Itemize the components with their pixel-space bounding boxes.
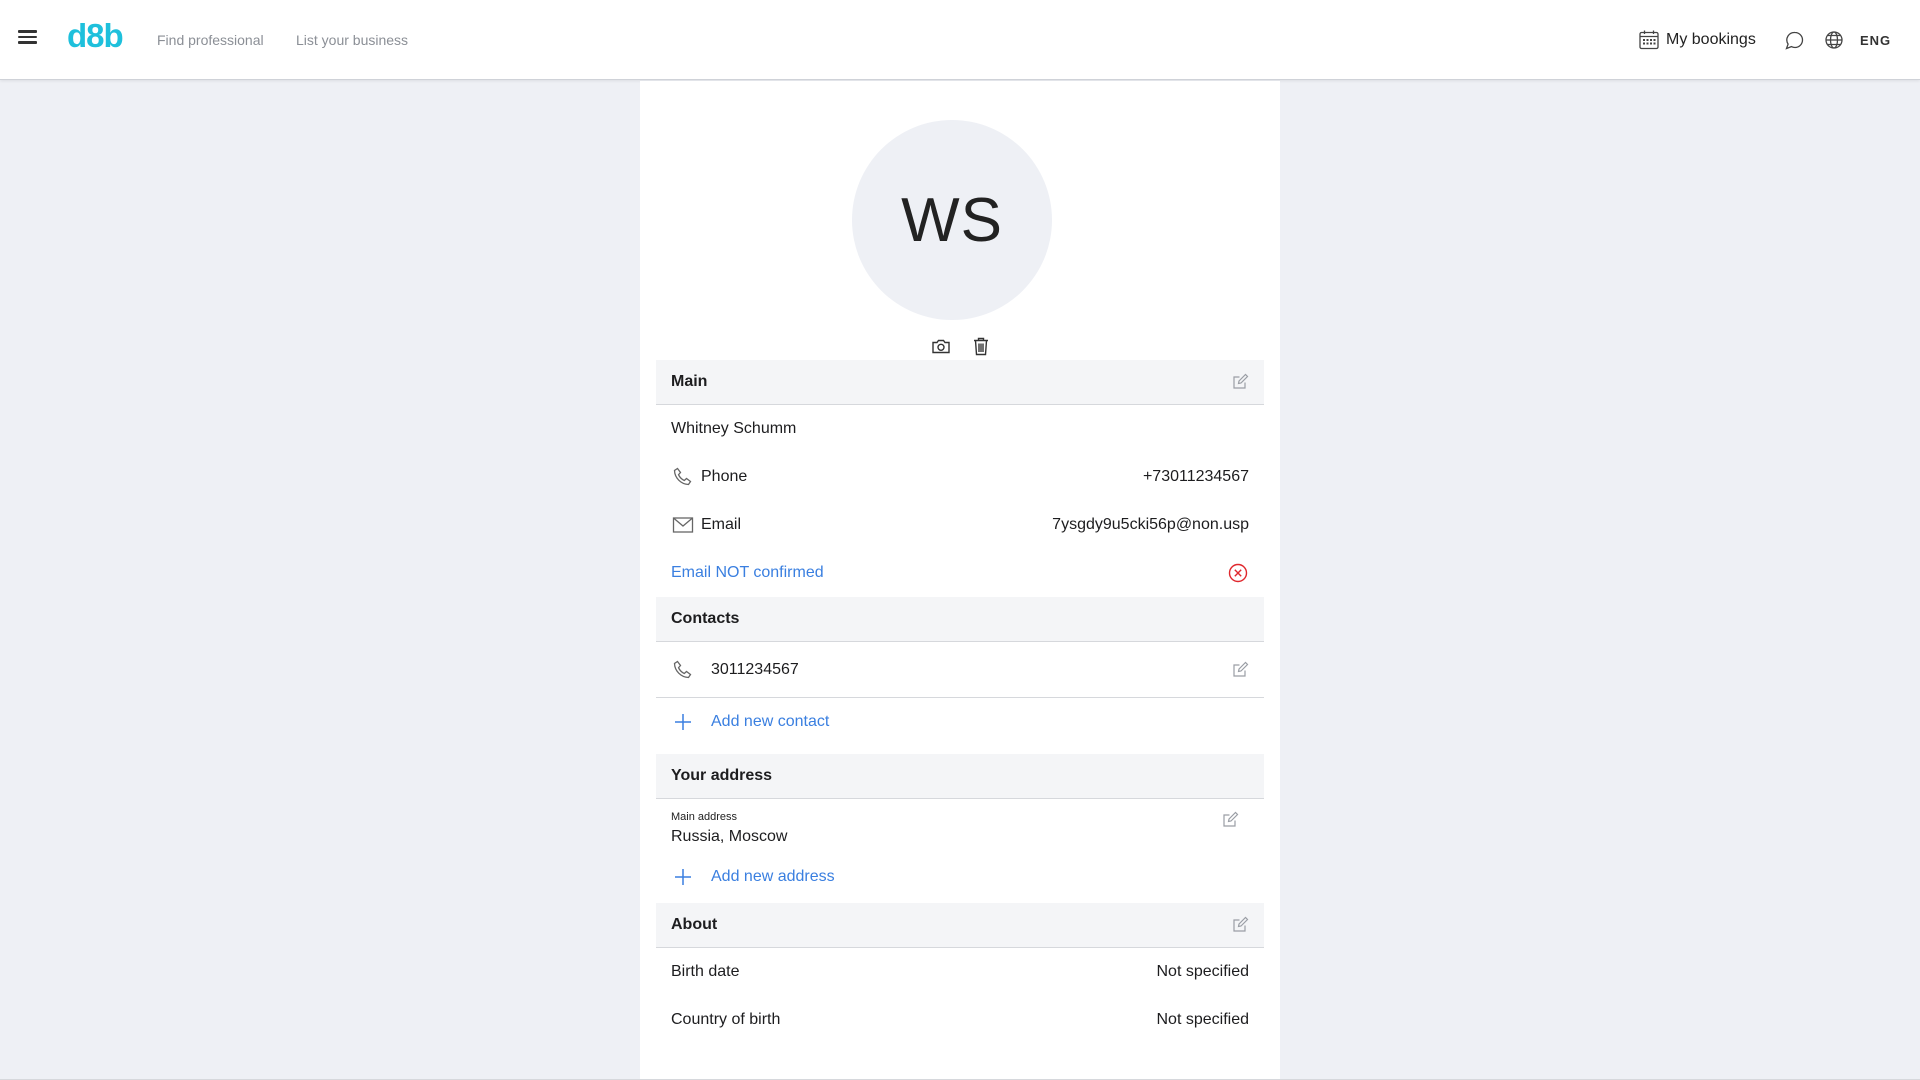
contact-item: 3011234567 [656, 642, 1264, 698]
trash-icon[interactable] [970, 335, 992, 357]
mail-icon [672, 517, 694, 533]
edit-icon[interactable] [1221, 811, 1239, 829]
birth-date-value: Not specified [1156, 963, 1250, 980]
name-row: Whitney Schumm [656, 405, 1264, 453]
chat-icon[interactable] [1783, 29, 1805, 51]
my-bookings-label: My bookings [1666, 31, 1756, 48]
country-of-birth-label: Country of birth [671, 1011, 781, 1028]
full-name: Whitney Schumm [671, 420, 797, 437]
section-about-title: About [671, 916, 718, 933]
email-not-confirmed-link[interactable]: Email NOT confirmed [671, 564, 824, 582]
edit-icon[interactable] [1231, 916, 1249, 934]
contact-value: 3011234567 [711, 660, 799, 678]
edit-icon[interactable] [1231, 661, 1249, 679]
phone-label: Phone [701, 468, 748, 485]
section-contacts-header: Contacts [656, 597, 1264, 642]
avatar: WS [852, 120, 1052, 320]
edit-icon[interactable] [1231, 373, 1249, 391]
country-of-birth-value: Not specified [1156, 1011, 1250, 1028]
section-address-header: Your address [656, 754, 1264, 799]
section-contacts-title: Contacts [671, 610, 740, 627]
plus-icon [675, 714, 691, 730]
phone-row: Phone +73011234567 [656, 453, 1264, 501]
logo[interactable]: d8b [67, 17, 124, 55]
main-address-value: Russia, Moscow [671, 828, 788, 845]
nav-find-professional[interactable]: Find professional [157, 32, 264, 48]
phone-icon [673, 467, 692, 486]
language-selector[interactable]: ENG [1860, 33, 1891, 48]
section-main-title: Main [671, 373, 708, 390]
add-contact-label: Add new contact [711, 713, 830, 730]
section-main: Main Whitney Schumm Phone +73011234567 E [656, 360, 1264, 597]
calendar-icon [1639, 30, 1659, 50]
section-contacts: Contacts 3011234567 Add new contact [656, 597, 1264, 746]
phone-icon [673, 660, 692, 678]
avatar-actions [930, 335, 992, 357]
main-address: Main address Russia, Moscow [656, 799, 1264, 859]
my-bookings-button[interactable]: My bookings [1638, 29, 1756, 51]
section-main-header: Main [656, 360, 1264, 405]
plus-icon [675, 869, 691, 885]
add-address-button[interactable]: Add new address [656, 859, 1264, 895]
camera-icon[interactable] [930, 335, 952, 357]
section-address: Your address Main address Russia, Moscow… [656, 754, 1264, 895]
section-about-header: About [656, 903, 1264, 948]
birth-date-label: Birth date [671, 963, 740, 980]
globe-icon[interactable] [1823, 29, 1845, 51]
nav-list-business[interactable]: List your business [296, 32, 408, 48]
email-row: Email 7ysgdy9u5cki56p@non.usp [656, 501, 1264, 549]
top-header: d8b Find professional List your business… [0, 0, 1920, 80]
country-of-birth-row: Country of birth Not specified [656, 996, 1264, 1044]
avatar-initials: WS [901, 185, 1003, 255]
section-about: About Birth date Not specified Country o… [656, 903, 1264, 1044]
email-status-row: Email NOT confirmed [656, 549, 1264, 597]
email-label: Email [701, 516, 742, 533]
error-circle-icon[interactable] [1227, 562, 1249, 584]
birth-date-row: Birth date Not specified [656, 948, 1264, 996]
profile-panel: WS Main Whitney Schumm Phone +7301123456… [640, 81, 1280, 1080]
phone-value: +73011234567 [1142, 468, 1249, 485]
section-address-title: Your address [671, 767, 773, 784]
menu-icon[interactable] [16, 27, 40, 51]
email-value: 7ysgdy9u5cki56p@non.usp [1052, 516, 1249, 533]
main-address-label: Main address [671, 811, 738, 823]
add-contact-button[interactable]: Add new contact [656, 698, 1264, 746]
add-address-label: Add new address [711, 868, 835, 885]
